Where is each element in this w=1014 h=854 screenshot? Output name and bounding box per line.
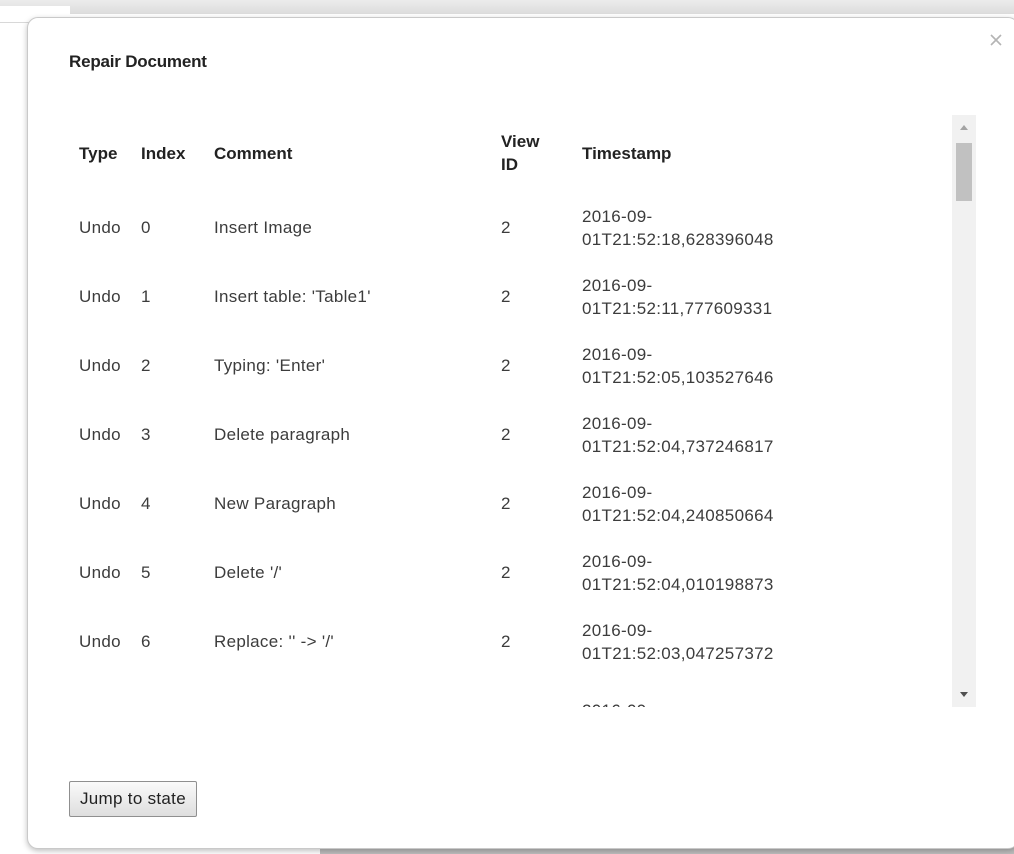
header-comment: Comment <box>214 143 293 163</box>
cell-type: Undo <box>79 632 121 651</box>
cell-index: 6 <box>141 632 151 651</box>
cell-view-id: 2 <box>501 494 511 513</box>
scroll-up-arrow-icon <box>960 125 968 130</box>
cell-view-id: 2 <box>501 425 511 444</box>
repair-document-dialog: Repair Document Type Index Comment View … <box>27 17 1014 849</box>
cell-timestamp: 2016-09- 01T21:52:11,777609331 <box>582 262 922 331</box>
timestamp-line2: 01T21:52:05,103527646 <box>582 367 774 387</box>
cell-type: Undo <box>79 494 121 513</box>
cell-index: 2 <box>141 356 151 375</box>
dialog-title: Repair Document <box>69 52 207 71</box>
cell-timestamp: 2016-09- 01T21:52:04,737246817 <box>582 400 922 469</box>
timestamp-line1: 2016-09- <box>582 482 653 502</box>
timestamp-line1: 2016-09- <box>582 551 653 571</box>
table-row[interactable]: Undo 3 Delete paragraph 2 2016-09- 01T21:52:0… <box>69 400 922 469</box>
timestamp-line1: 2016-09- <box>582 701 652 707</box>
scroll-down-arrow-icon <box>960 692 968 697</box>
table-row[interactable]: Undo 2 Typing: 'Enter' 2 2016-09- 01T21:52:05… <box>69 331 922 400</box>
cell-type: Undo <box>79 563 121 582</box>
table-row[interactable]: Undo 5 Delete '/' 2 2016-09- 01T21:52:04,0101… <box>69 538 922 607</box>
timestamp-line2: 01T21:52:04,240850664 <box>582 505 774 525</box>
header-view-id: View ID <box>501 113 582 193</box>
cell-index <box>141 676 214 707</box>
header-view-id-line2: ID <box>501 155 518 174</box>
table-row[interactable]: Undo 0 Insert Image 2 2016-09- 01T21:52:18,62… <box>69 193 922 262</box>
close-button[interactable] <box>988 32 1004 48</box>
timestamp-line1: 2016-09- <box>582 206 653 226</box>
history-table-viewport[interactable]: Type Index Comment View ID Timestamp Und… <box>69 113 979 707</box>
history-table: Type Index Comment View ID Timestamp Und… <box>69 113 922 707</box>
cell-timestamp: 2016-09- 01T21:52:04,240850664 <box>582 469 922 538</box>
timestamp-line1: 2016-09- <box>582 413 653 433</box>
jump-to-state-button[interactable]: Jump to state <box>69 781 197 817</box>
timestamp-line2: 01T21:52:04,737246817 <box>582 436 774 456</box>
cell-type: Undo <box>79 218 121 237</box>
cell-comment: Delete paragraph <box>214 425 351 444</box>
cell-type: Undo <box>79 425 121 444</box>
cell-view-id: 2 <box>501 218 511 237</box>
cell-index: 5 <box>141 563 151 582</box>
cell-comment: Replace: '' -> '/' <box>214 632 334 651</box>
cell-comment: Delete '/' <box>214 563 283 582</box>
table-header-row: Type Index Comment View ID Timestamp <box>69 113 922 193</box>
cell-view-id: 2 <box>501 356 511 375</box>
timestamp-line1: 2016-09- <box>582 275 653 295</box>
table-row[interactable]: Undo 1 Insert table: 'Table1' 2 2016-09- 01T2… <box>69 262 922 331</box>
cell-comment <box>214 676 501 707</box>
vertical-scrollbar[interactable] <box>952 115 976 707</box>
cell-comment: Insert table: 'Table1' <box>214 287 371 306</box>
timestamp-line1: 2016-09- <box>582 344 653 364</box>
cell-timestamp: 2016-09- 01T21:52:03,047257372 <box>582 607 922 676</box>
cell-timestamp: 2016-09- 01T21:52:18,628396048 <box>582 193 922 262</box>
cell-comment: Insert Image <box>214 218 313 237</box>
cell-timestamp: 2016-09- <box>582 676 922 707</box>
header-timestamp: Timestamp <box>582 143 672 163</box>
cell-index: 4 <box>141 494 151 513</box>
cell-index: 1 <box>141 287 151 306</box>
cell-timestamp: 2016-09- 01T21:52:04,010198873 <box>582 538 922 607</box>
timestamp-line2: 01T21:52:04,010198873 <box>582 574 774 594</box>
scroll-down-button[interactable] <box>952 683 976 707</box>
cell-index: 0 <box>141 218 151 237</box>
cell-view-id: 2 <box>501 632 511 651</box>
table-row[interactable]: 2016-09- <box>69 676 922 707</box>
cell-comment: New Paragraph <box>214 494 337 513</box>
timestamp-line2: 01T21:52:03,047257372 <box>582 643 774 663</box>
cell-type: Undo <box>79 356 121 375</box>
table-row[interactable]: Undo 6 Replace: '' -> '/' 2 2016-09- 01T21:52… <box>69 607 922 676</box>
header-type: Type <box>79 143 118 163</box>
cell-comment: Typing: 'Enter' <box>214 356 326 375</box>
timestamp-line1: 2016-09- <box>582 620 653 640</box>
background-toolbar <box>0 0 1014 14</box>
cell-index: 3 <box>141 425 151 444</box>
cell-type <box>69 676 141 707</box>
scroll-thumb[interactable] <box>956 143 972 201</box>
close-icon <box>990 34 1002 46</box>
cell-view-id: 2 <box>501 563 511 582</box>
cell-type: Undo <box>79 287 121 306</box>
timestamp-line2: 01T21:52:18,628396048 <box>582 229 774 249</box>
header-view-id-line1: View <box>501 132 540 151</box>
timestamp-line2: 01T21:52:11,777609331 <box>582 298 773 318</box>
table-row[interactable]: Undo 4 New Paragraph 2 2016-09- 01T21:52:04,2… <box>69 469 922 538</box>
scroll-up-button[interactable] <box>952 115 976 139</box>
cell-view-id: 2 <box>501 287 511 306</box>
header-index: Index <box>141 143 186 163</box>
cell-timestamp: 2016-09- 01T21:52:05,103527646 <box>582 331 922 400</box>
cell-view-id <box>501 676 582 707</box>
